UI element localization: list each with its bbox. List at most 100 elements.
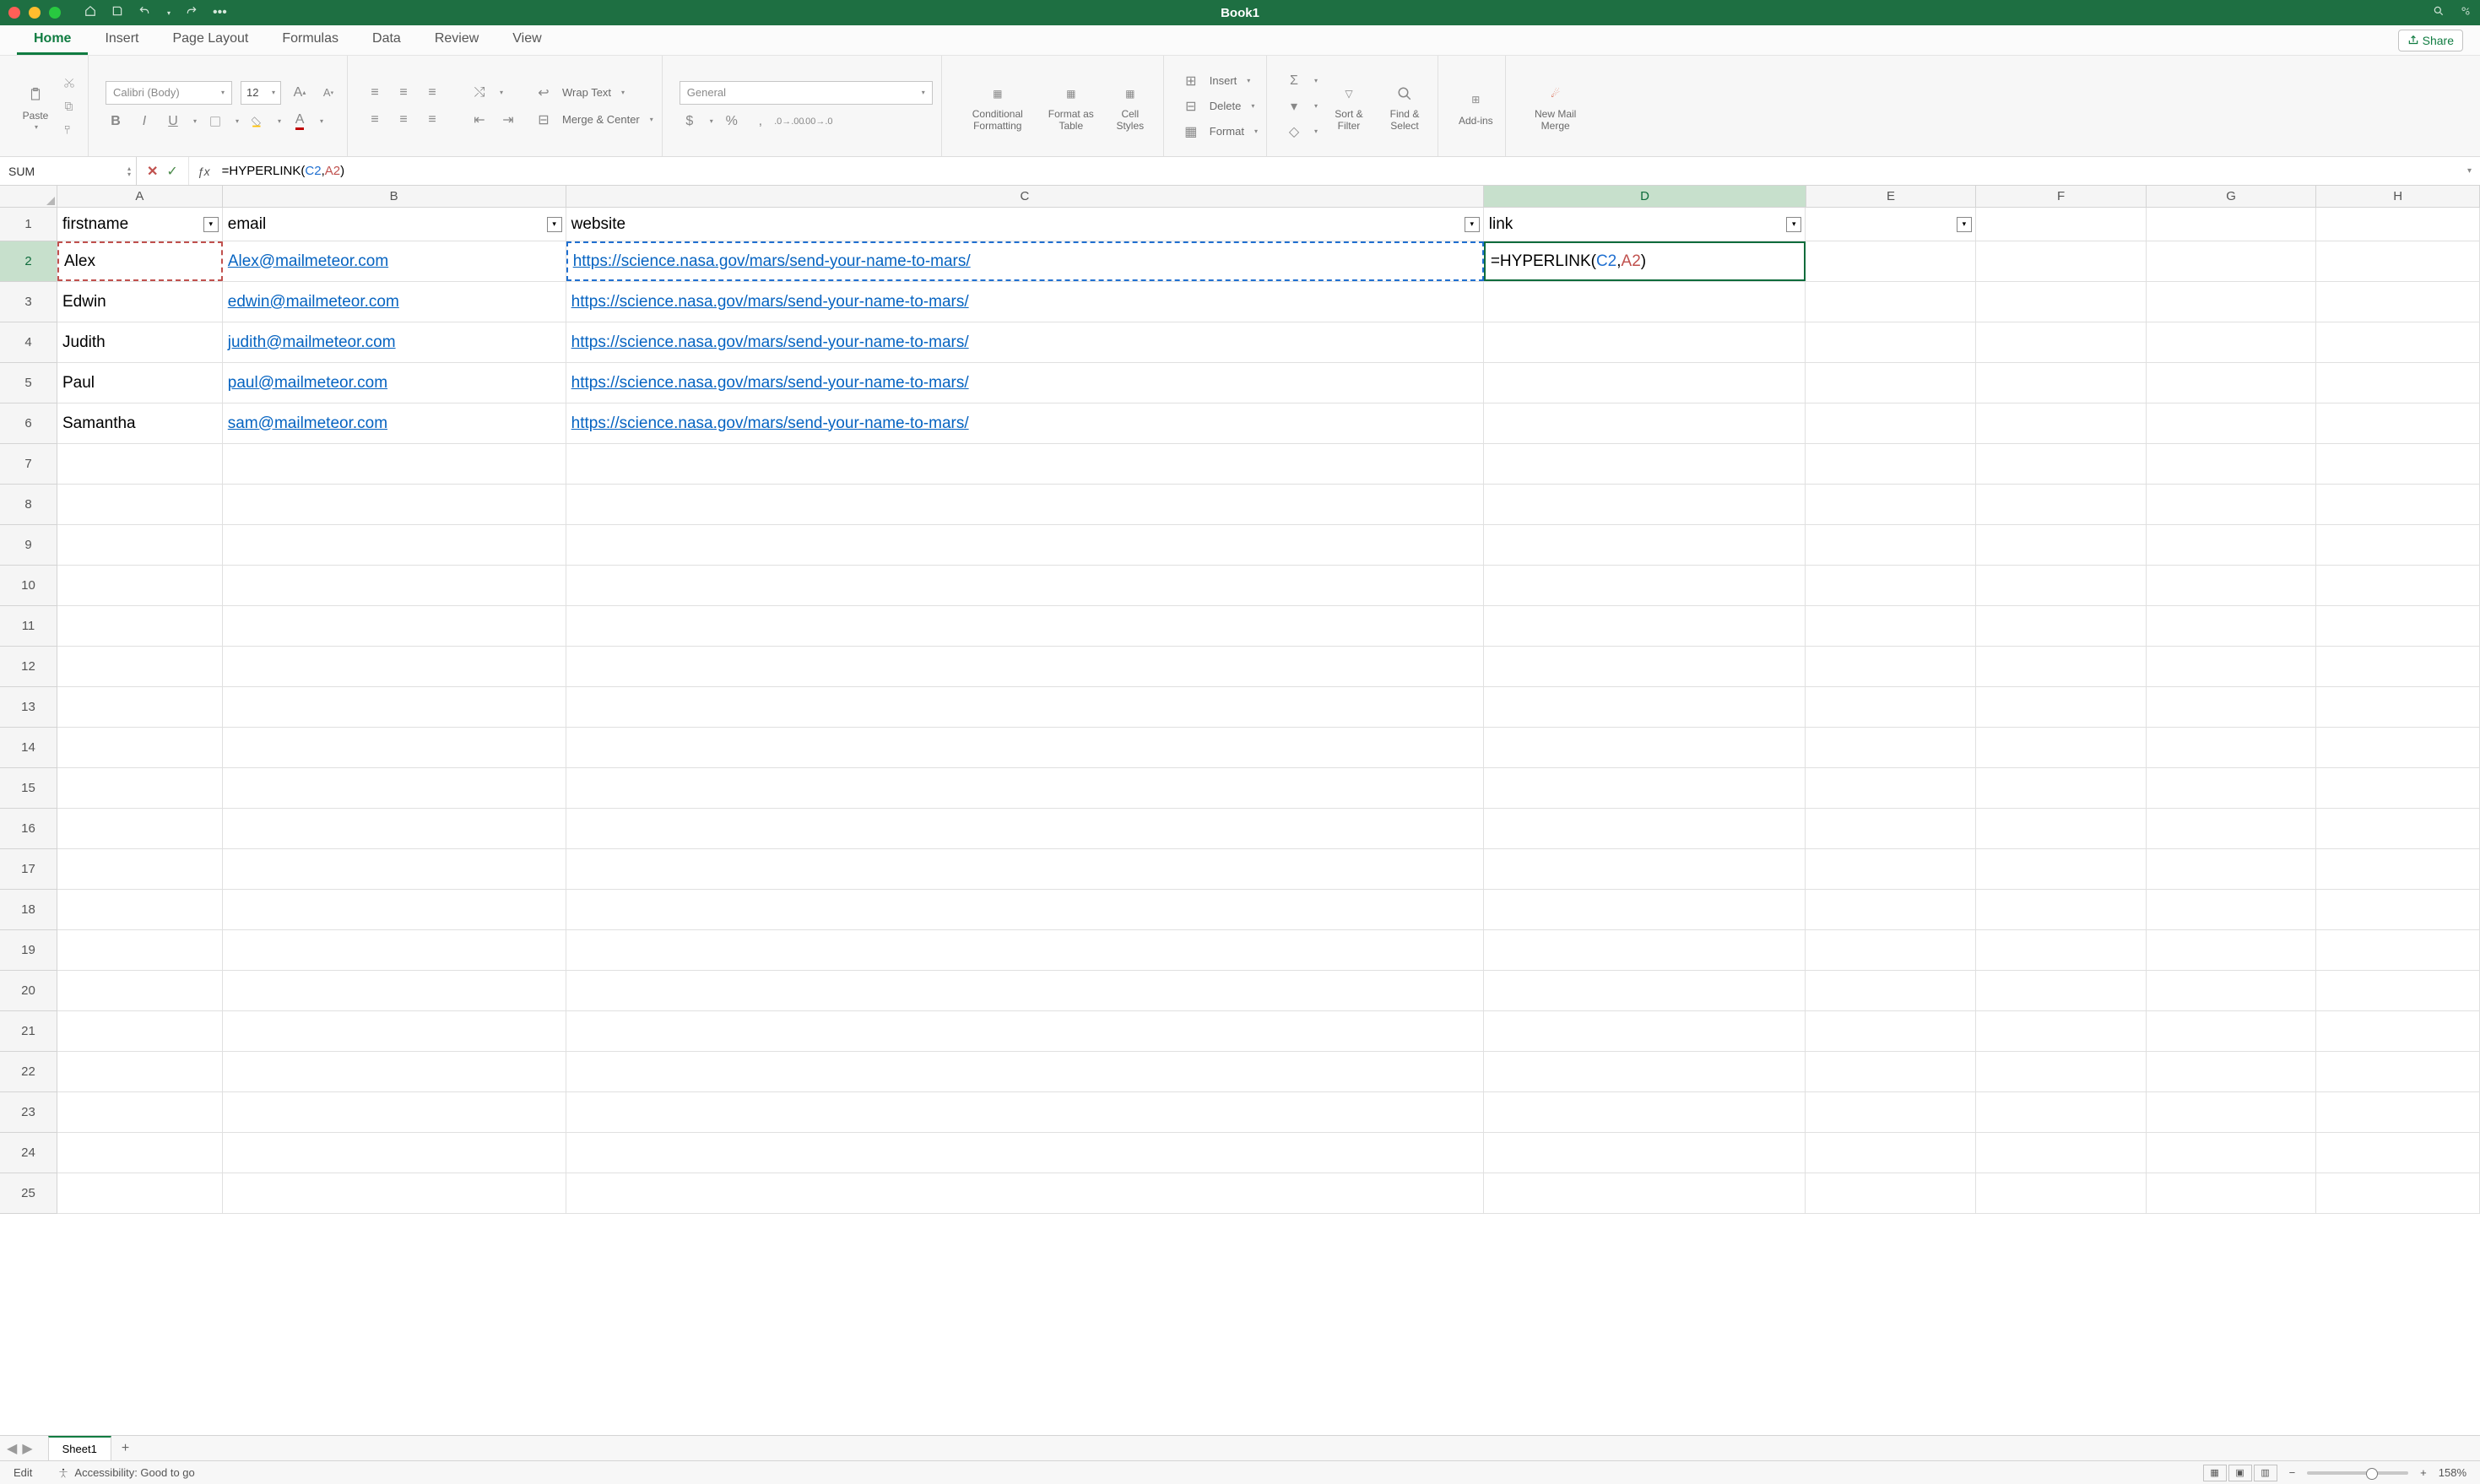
increase-indent-icon[interactable]: ⇥ <box>498 110 518 130</box>
align-right-icon[interactable]: ≡ <box>422 110 442 130</box>
cell-a4[interactable]: Judith <box>57 322 223 362</box>
header-cell-a[interactable]: firstname▾ <box>57 208 223 241</box>
cell-empty-r9-6[interactable] <box>2147 525 2317 565</box>
cell-empty-r16-7[interactable] <box>2316 809 2480 848</box>
cell-empty-r19-5[interactable] <box>1976 930 2147 970</box>
row-header-25[interactable]: 25 <box>0 1173 57 1214</box>
cell-empty-r24-2[interactable] <box>566 1133 1484 1173</box>
cell-empty-r9-0[interactable] <box>57 525 223 565</box>
percent-icon[interactable]: % <box>722 111 742 132</box>
row-header-22[interactable]: 22 <box>0 1052 57 1092</box>
cell-empty-r6-0[interactable] <box>1806 403 1976 443</box>
cell-empty-r15-5[interactable] <box>1976 768 2147 808</box>
row-header-19[interactable]: 19 <box>0 930 57 971</box>
cell-empty-r17-7[interactable] <box>2316 849 2480 889</box>
align-center-icon[interactable]: ≡ <box>393 110 414 130</box>
cell-empty-r19-2[interactable] <box>566 930 1484 970</box>
filter-button-c[interactable]: ▾ <box>1465 217 1480 232</box>
cell-empty-r22-1[interactable] <box>223 1052 566 1091</box>
format-painter-icon[interactable] <box>59 120 79 140</box>
cell-empty-r13-4[interactable] <box>1806 687 1976 727</box>
row-header-2[interactable]: 2 <box>0 241 57 282</box>
cell-empty-r5-2[interactable] <box>2147 363 2317 403</box>
decrease-font-icon[interactable]: A▾ <box>318 83 338 103</box>
cell-empty-r13-7[interactable] <box>2316 687 2480 727</box>
cell-empty-r25-4[interactable] <box>1806 1173 1976 1213</box>
cell-empty-r12-5[interactable] <box>1976 647 2147 686</box>
cell-styles-button[interactable]: ▦Cell Styles <box>1106 80 1155 131</box>
cell-empty-r15-3[interactable] <box>1484 768 1806 808</box>
cell-empty-r7-4[interactable] <box>1806 444 1976 484</box>
cell-empty-r13-3[interactable] <box>1484 687 1806 727</box>
cell-empty-r18-0[interactable] <box>57 890 223 929</box>
addins-button[interactable]: ⊞Add-ins <box>1455 86 1497 127</box>
cell-empty-r23-3[interactable] <box>1484 1092 1806 1132</box>
cell-empty-r25-5[interactable] <box>1976 1173 2147 1213</box>
increase-decimal-icon[interactable]: .0→.00 <box>779 111 799 132</box>
cell-empty-r19-1[interactable] <box>223 930 566 970</box>
cell-empty-r21-2[interactable] <box>566 1011 1484 1051</box>
cell-empty-r21-7[interactable] <box>2316 1011 2480 1051</box>
cell-empty-r11-0[interactable] <box>57 606 223 646</box>
cell-empty-r8-7[interactable] <box>2316 485 2480 524</box>
undo-dropdown-icon[interactable]: ▾ <box>167 9 171 17</box>
cell-empty-r9-7[interactable] <box>2316 525 2480 565</box>
cell-b5[interactable]: paul@mailmeteor.com <box>223 363 566 403</box>
cell-empty-r7-1[interactable] <box>223 444 566 484</box>
row-header-1[interactable]: 1 <box>0 208 57 241</box>
decrease-decimal-icon[interactable]: .00→.0 <box>808 111 828 132</box>
decrease-indent-icon[interactable]: ⇤ <box>469 110 490 130</box>
cell-empty-r14-1[interactable] <box>223 728 566 767</box>
column-header-D[interactable]: D <box>1484 186 1806 207</box>
row-header-16[interactable]: 16 <box>0 809 57 849</box>
cell-empty-r16-0[interactable] <box>57 809 223 848</box>
cell-empty-r18-2[interactable] <box>566 890 1484 929</box>
cell-b2[interactable]: Alex@mailmeteor.com <box>223 241 566 281</box>
name-box[interactable]: SUM ▴▾ <box>0 157 137 185</box>
autosum-icon[interactable]: Σ <box>1284 71 1304 91</box>
fx-icon[interactable]: ƒx <box>189 157 219 185</box>
cell-d5[interactable] <box>1484 363 1806 403</box>
cell-empty-r16-2[interactable] <box>566 809 1484 848</box>
search-icon[interactable] <box>2433 5 2445 21</box>
filter-button-a[interactable]: ▾ <box>203 217 219 232</box>
share-presence-icon[interactable] <box>2460 5 2472 21</box>
cell-empty-r17-0[interactable] <box>57 849 223 889</box>
cell-empty-r20-7[interactable] <box>2316 971 2480 1010</box>
cell-empty-r11-6[interactable] <box>2147 606 2317 646</box>
select-all-corner[interactable] <box>0 186 57 208</box>
tab-page-layout[interactable]: Page Layout <box>155 25 265 55</box>
cell-empty-r19-0[interactable] <box>57 930 223 970</box>
cell-empty-r14-4[interactable] <box>1806 728 1976 767</box>
cell-empty-r18-7[interactable] <box>2316 890 2480 929</box>
cell-empty-r19-7[interactable] <box>2316 930 2480 970</box>
cell-empty-r21-5[interactable] <box>1976 1011 2147 1051</box>
delete-cells-button[interactable]: ⊟Delete▾ <box>1181 96 1258 116</box>
cell-empty-r19-4[interactable] <box>1806 930 1976 970</box>
zoom-in-button[interactable]: + <box>2420 1466 2427 1479</box>
cell-empty-r8-1[interactable] <box>223 485 566 524</box>
cell-empty-r11-4[interactable] <box>1806 606 1976 646</box>
cell-empty-r12-7[interactable] <box>2316 647 2480 686</box>
border-icon[interactable] <box>205 111 225 132</box>
sheet-prev-icon[interactable]: ◀ <box>7 1440 17 1457</box>
zoom-level[interactable]: 158% <box>2439 1466 2466 1479</box>
cell-empty-r10-7[interactable] <box>2316 566 2480 605</box>
cell-empty-r4-0[interactable] <box>1806 322 1976 362</box>
cell-empty-r22-4[interactable] <box>1806 1052 1976 1091</box>
cell-empty-r7-7[interactable] <box>2316 444 2480 484</box>
cell-empty-r3-2[interactable] <box>2147 282 2317 322</box>
cell-empty-r20-4[interactable] <box>1806 971 1976 1010</box>
sort-filter-button[interactable]: ▽Sort & Filter <box>1324 80 1373 131</box>
cell-empty-r20-0[interactable] <box>57 971 223 1010</box>
header-cell-d[interactable]: link▾ <box>1484 208 1806 241</box>
row-header-8[interactable]: 8 <box>0 485 57 525</box>
cell-empty-r25-7[interactable] <box>2316 1173 2480 1213</box>
cell-empty-r10-2[interactable] <box>566 566 1484 605</box>
cell-empty-r25-2[interactable] <box>566 1173 1484 1213</box>
column-header-G[interactable]: G <box>2147 186 2317 207</box>
font-size-dropdown[interactable]: 12▾ <box>241 81 281 105</box>
cell-empty-r24-6[interactable] <box>2147 1133 2317 1173</box>
bold-icon[interactable]: B <box>106 111 126 132</box>
cell-empty-r15-1[interactable] <box>223 768 566 808</box>
